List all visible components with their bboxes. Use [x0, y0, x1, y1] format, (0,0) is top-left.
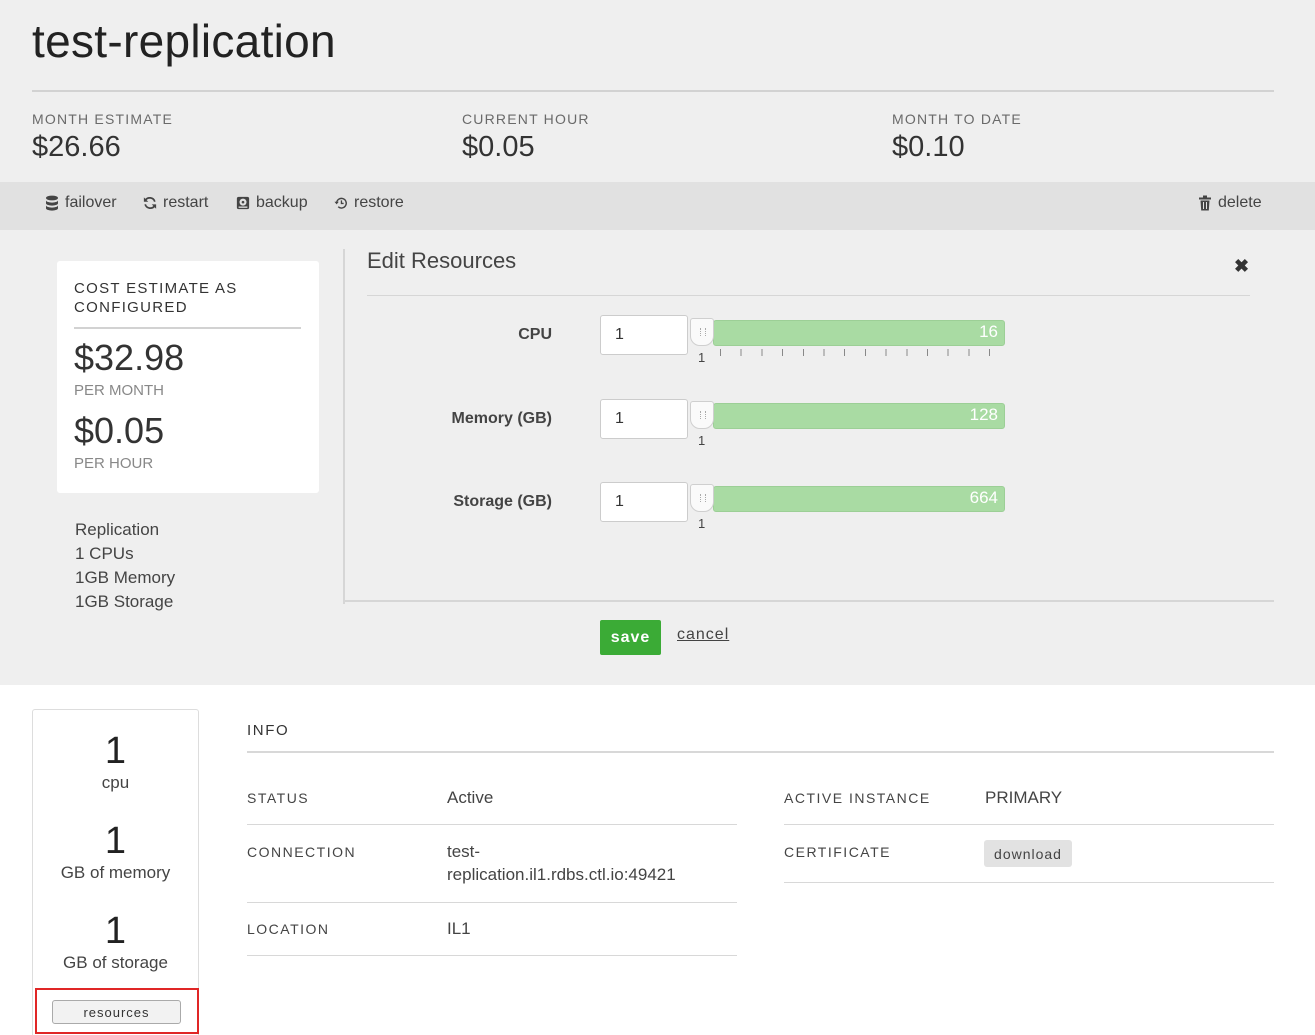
page-title: test-replication [32, 15, 336, 67]
location-value: IL1 [447, 919, 471, 938]
storage-label: Storage (GB) [453, 493, 552, 510]
stat-label: MONTH ESTIMATE [32, 111, 173, 127]
cost-estimate-card: COST ESTIMATE AS CONFIGURED $32.98 PER M… [57, 261, 319, 493]
trash-icon [1199, 195, 1211, 211]
history-icon [334, 197, 347, 209]
cpu-count-label: cpu [101, 773, 130, 792]
cpu-slider-max: 16 [979, 322, 998, 341]
save-button[interactable]: save [600, 620, 661, 655]
memory-count-label: GB of memory [60, 863, 171, 882]
close-icon[interactable]: ✖ [1234, 256, 1249, 277]
hourly-price: $0.05 [74, 410, 165, 451]
row-divider [784, 824, 1274, 825]
download-certificate-button[interactable]: download [984, 840, 1072, 867]
cost-card-title: COST ESTIMATE AS CONFIGURED [74, 279, 238, 317]
row-divider [247, 824, 737, 825]
cpu-label: CPU [518, 326, 552, 343]
row-divider [784, 882, 1274, 883]
backup-label: backup [256, 194, 308, 211]
restore-label: restore [354, 194, 404, 211]
status-key: STATUS [247, 790, 310, 806]
memory-slider-max: 128 [969, 405, 998, 424]
memory-slider-track[interactable]: 128 [713, 403, 1005, 429]
info-title: INFO [247, 722, 290, 739]
storage-input[interactable] [600, 482, 688, 522]
action-toolbar: failover restart backup restore delete [0, 182, 1315, 230]
cpu-count: 1 [104, 730, 127, 772]
cpu-slider-track[interactable]: 16 [713, 320, 1005, 346]
cost-card-title-line1: COST ESTIMATE AS [74, 280, 238, 297]
storage-slider-max: 664 [969, 488, 998, 507]
edit-resources-title: Edit Resources [367, 248, 517, 273]
summary-memory: 1GB Memory [75, 568, 176, 587]
monthly-price-label: PER MONTH [74, 382, 164, 399]
storage-count: 1 [104, 910, 127, 952]
stat-label: MONTH TO DATE [892, 111, 1022, 127]
stat-month-estimate: MONTH ESTIMATE $26.66 [32, 111, 173, 164]
delete-label: delete [1218, 194, 1262, 211]
edit-panel-bottom-border [343, 600, 1274, 602]
summary-type: Replication [75, 520, 160, 539]
resources-button[interactable]: resources [52, 1000, 181, 1024]
info-divider [247, 751, 1274, 753]
restore-button[interactable]: restore [334, 194, 404, 212]
storage-slider-handle[interactable] [690, 484, 714, 512]
hourly-price-label: PER HOUR [74, 455, 154, 472]
config-summary: Replication 1 CPUs 1GB Memory 1GB Storag… [75, 518, 175, 614]
edit-panel-left-border [343, 249, 345, 604]
resources-card: 1 cpu 1 GB of memory 1 GB of storage [32, 709, 199, 1035]
stat-month-to-date: MONTH TO DATE $0.10 [892, 111, 1022, 164]
stat-current-hour: CURRENT HOUR $0.05 [462, 111, 590, 164]
restart-button[interactable]: restart [143, 194, 208, 212]
connection-value-line2: replication.il1.rdbs.ctl.io:49421 [447, 865, 676, 884]
memory-input[interactable] [600, 399, 688, 439]
row-divider [247, 955, 737, 956]
database-icon [46, 195, 58, 211]
active-instance-key: ACTIVE INSTANCE [784, 790, 931, 806]
restart-label: restart [163, 194, 209, 211]
cost-card-divider [74, 327, 301, 329]
cost-card-title-line2: CONFIGURED [74, 299, 188, 316]
title-divider [32, 90, 1274, 92]
cpu-input[interactable] [600, 315, 688, 355]
backup-button[interactable]: backup [236, 194, 308, 212]
cancel-link[interactable]: cancel [677, 626, 729, 644]
connection-value: test- replication.il1.rdbs.ctl.io:49421 [447, 840, 676, 886]
stat-value: $0.10 [892, 131, 965, 163]
top-panel: test-replication MONTH ESTIMATE $26.66 C… [0, 0, 1315, 685]
summary-storage: 1GB Storage [75, 592, 174, 611]
memory-count: 1 [104, 820, 127, 862]
cpu-slider-handle[interactable] [690, 318, 714, 346]
memory-label: Memory (GB) [451, 410, 552, 427]
stat-value: $26.66 [32, 131, 121, 163]
refresh-icon [143, 196, 157, 210]
connection-key: CONNECTION [247, 844, 357, 860]
stat-value: $0.05 [462, 131, 535, 163]
delete-button[interactable]: delete [1198, 194, 1262, 212]
storage-slider-min: 1 [698, 516, 706, 531]
memory-slider-min: 1 [698, 433, 706, 448]
failover-label: failover [65, 194, 117, 211]
failover-button[interactable]: failover [45, 194, 117, 212]
status-value: Active [447, 788, 494, 807]
edit-resources-divider [367, 295, 1250, 296]
hdd-icon [236, 196, 250, 210]
summary-cpus: 1 CPUs [75, 544, 134, 563]
row-divider [247, 902, 737, 903]
connection-value-line1: test- [447, 842, 481, 861]
storage-slider-track[interactable]: 664 [713, 486, 1005, 512]
certificate-key: CERTIFICATE [784, 844, 891, 860]
stat-label: CURRENT HOUR [462, 111, 590, 127]
memory-slider-handle[interactable] [690, 401, 714, 429]
monthly-price: $32.98 [74, 337, 185, 378]
location-key: LOCATION [247, 921, 330, 937]
cpu-slider-min: 1 [698, 350, 706, 365]
active-instance-value: PRIMARY [985, 788, 1063, 807]
cpu-slider-ticks [720, 349, 990, 356]
storage-count-label: GB of storage [63, 953, 168, 972]
